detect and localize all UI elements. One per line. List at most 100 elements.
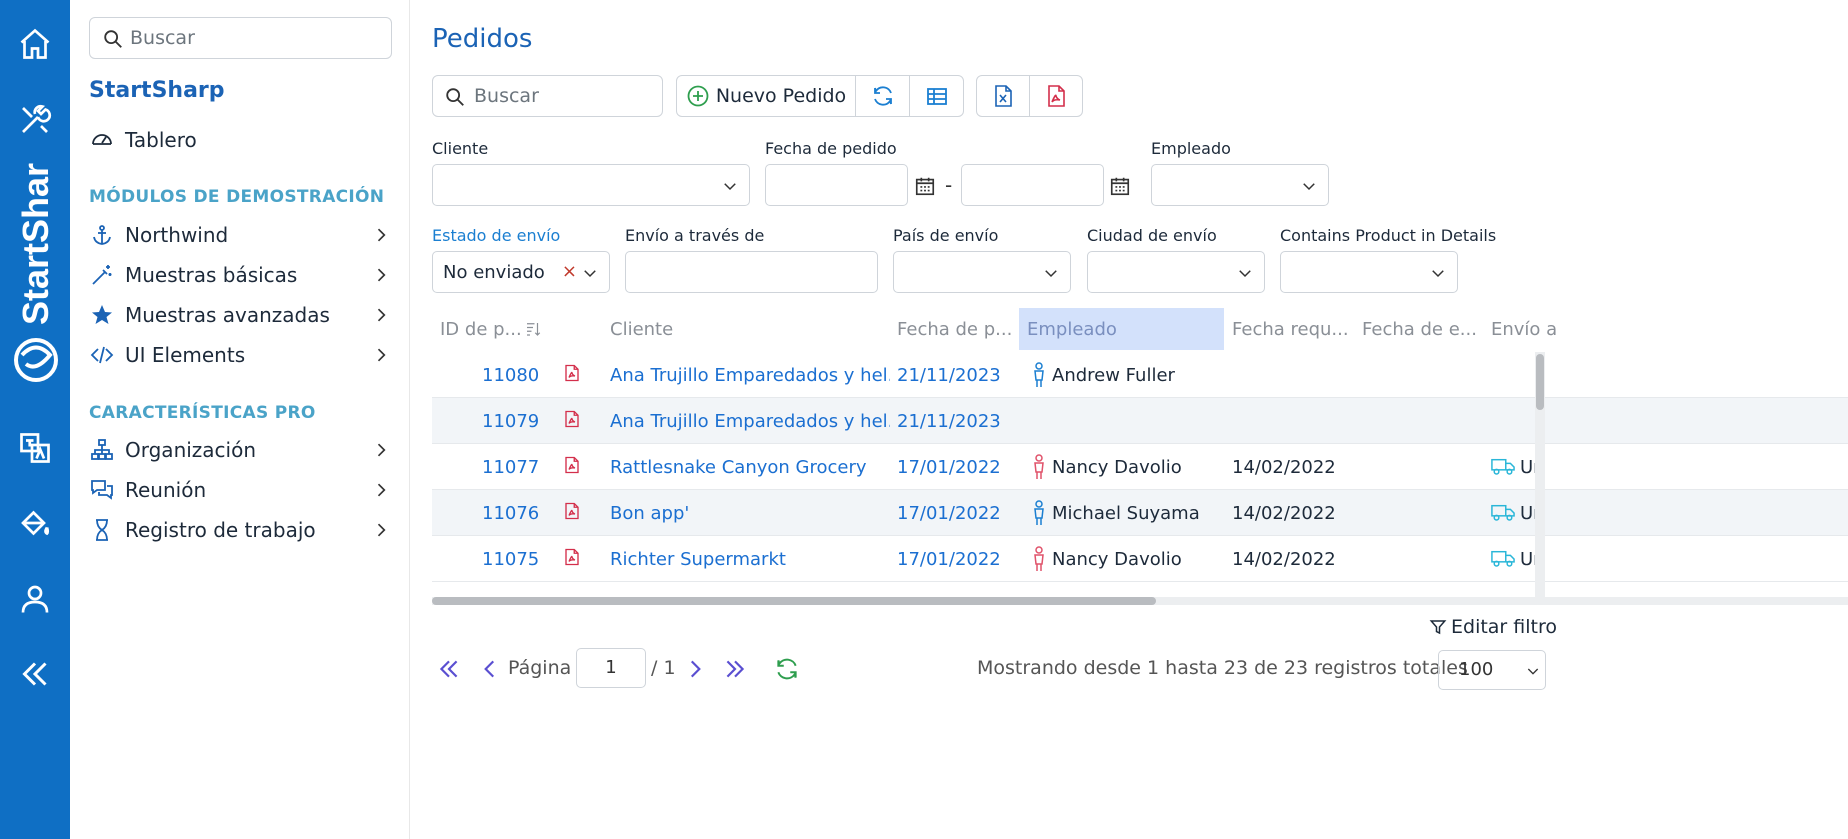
- order-id-link[interactable]: 11076: [482, 503, 539, 524]
- hourglass-icon: [89, 517, 115, 543]
- filter-fecha-hasta-input[interactable]: [961, 164, 1104, 206]
- first-page-icon[interactable]: [436, 656, 462, 682]
- pdf-icon[interactable]: [563, 364, 581, 386]
- sidebar-item-label: Registro de trabajo: [125, 518, 316, 542]
- calendar-icon[interactable]: [1109, 175, 1131, 197]
- grid-search-input[interactable]: Buscar: [432, 75, 663, 117]
- chevron-right-icon: [377, 348, 386, 362]
- column-picker-button[interactable]: [910, 76, 963, 116]
- order-id-link[interactable]: 11075: [482, 549, 539, 570]
- page-size-value: 100: [1459, 659, 1494, 680]
- table-row[interactable]: 11080 Ana Trujillo Emparedados y hel... 21…: [432, 352, 1848, 398]
- cliente-link[interactable]: Richter Supermarkt: [610, 549, 890, 570]
- column-header-id[interactable]: ID de p...: [440, 308, 555, 350]
- new-order-button[interactable]: Nuevo Pedido: [677, 76, 856, 116]
- edit-filter-button[interactable]: Editar filtro: [1429, 616, 1557, 638]
- filter-pais-envio-select[interactable]: [893, 251, 1071, 293]
- refresh-button[interactable]: [856, 76, 910, 116]
- male-icon: [1032, 500, 1046, 526]
- fecha-pedido-cell[interactable]: 17/01/2022: [897, 549, 1001, 570]
- chevron-down-icon: [1432, 270, 1444, 278]
- filter-empleado-select[interactable]: [1151, 164, 1329, 206]
- sidebar-item-ui-elements[interactable]: UI Elements: [89, 339, 399, 371]
- excel-export-button[interactable]: [977, 76, 1030, 116]
- pdf-icon: [1047, 85, 1065, 107]
- sidebar-item-meeting[interactable]: Reunión: [89, 474, 399, 506]
- sidebar-item-label: Northwind: [125, 223, 229, 247]
- sidebar-item-northwind[interactable]: Northwind: [89, 219, 399, 251]
- cliente-link[interactable]: Ana Trujillo Emparedados y hel...: [610, 411, 890, 432]
- home-icon[interactable]: [15, 24, 55, 64]
- order-id-link[interactable]: 11079: [482, 411, 539, 432]
- chevron-right-icon: [377, 443, 386, 457]
- fecha-pedido-cell[interactable]: 21/11/2023: [897, 365, 1001, 386]
- vertical-scroll-thumb[interactable]: [1536, 354, 1544, 410]
- translate-icon[interactable]: [15, 428, 55, 468]
- pdf-icon[interactable]: [563, 410, 581, 432]
- filter-ciudad-envio-select[interactable]: [1087, 251, 1265, 293]
- order-id-link[interactable]: 11077: [482, 457, 539, 478]
- next-page-icon[interactable]: [682, 656, 708, 682]
- clear-icon[interactable]: ×: [562, 261, 577, 282]
- order-id-link[interactable]: 11080: [482, 365, 539, 386]
- column-header-envio[interactable]: Envío a: [1491, 308, 1571, 350]
- vertical-scrollbar[interactable]: [1535, 352, 1545, 598]
- sidebar-item-organization[interactable]: Organización: [89, 434, 399, 466]
- column-header-empleado[interactable]: Empleado: [1019, 308, 1224, 350]
- column-header-cliente[interactable]: Cliente: [610, 308, 890, 350]
- sidebar-item-dashboard[interactable]: Tablero: [89, 124, 399, 156]
- table-row[interactable]: 11076 Bon app' 17/01/2022 Michael Suyama 14/…: [432, 490, 1848, 536]
- filter-estado-envio-select[interactable]: No enviado ×: [432, 251, 610, 293]
- previous-page-icon[interactable]: [477, 656, 503, 682]
- reload-icon[interactable]: [774, 656, 800, 682]
- fecha-requerida-cell: 14/02/2022: [1232, 457, 1336, 478]
- filter-cliente-label: Cliente: [432, 139, 489, 158]
- sidebar: Buscar StartSharp Tablero MÓDULOS DE DEM…: [70, 0, 410, 839]
- table-row[interactable]: 11075 Richter Supermarkt 17/01/2022 Nancy D…: [432, 536, 1848, 582]
- tools-icon[interactable]: [15, 100, 55, 140]
- horizontal-scrollbar[interactable]: [432, 597, 1848, 605]
- column-header-fecha-requerida[interactable]: Fecha requ...: [1232, 308, 1354, 350]
- brand-text: StartShar: [15, 163, 56, 325]
- chevron-right-icon: [377, 268, 386, 282]
- pdf-icon[interactable]: [563, 502, 581, 524]
- cliente-link[interactable]: Rattlesnake Canyon Grocery: [610, 457, 890, 478]
- column-header-label: Fecha de e...: [1362, 318, 1477, 340]
- sidebar-item-work-log[interactable]: Registro de trabajo: [89, 514, 399, 546]
- cliente-link[interactable]: Bon app': [610, 503, 890, 524]
- empleado-cell: Andrew Fuller: [1052, 365, 1175, 386]
- page-size-select[interactable]: 100: [1438, 650, 1546, 690]
- pdf-icon[interactable]: [563, 456, 581, 478]
- filter-contains-product-select[interactable]: [1280, 251, 1458, 293]
- pager: Página 1 / 1 Mostrando desde 1 hasta 23 …: [432, 648, 1848, 690]
- paint-bucket-icon[interactable]: [15, 503, 55, 543]
- table-row[interactable]: 11079 Ana Trujillo Emparedados y hel... 21…: [432, 398, 1848, 444]
- calendar-icon[interactable]: [914, 175, 936, 197]
- pdf-export-button[interactable]: [1030, 76, 1083, 116]
- sidebar-item-label: Reunión: [125, 478, 207, 502]
- fecha-pedido-cell[interactable]: 17/01/2022: [897, 503, 1001, 524]
- column-header-fecha-envio[interactable]: Fecha de e...: [1362, 308, 1484, 350]
- search-icon: [446, 88, 464, 106]
- column-header-fecha-pedido[interactable]: Fecha de p...: [897, 308, 1019, 350]
- cliente-link[interactable]: Ana Trujillo Emparedados y hel...: [610, 365, 890, 386]
- chevron-right-icon: [377, 523, 386, 537]
- pdf-icon[interactable]: [563, 548, 581, 570]
- last-page-icon[interactable]: [722, 656, 748, 682]
- section-demo-title: MÓDULOS DE DEMOSTRACIÓN: [89, 187, 385, 207]
- filter-fecha-desde-input[interactable]: [765, 164, 908, 206]
- table-row[interactable]: 11077 Rattlesnake Canyon Grocery 17/01/202…: [432, 444, 1848, 490]
- page-number-input[interactable]: 1: [576, 648, 646, 688]
- app-name[interactable]: StartSharp: [89, 78, 225, 103]
- sidebar-item-basic-samples[interactable]: Muestras básicas: [89, 259, 399, 291]
- horizontal-scroll-thumb[interactable]: [432, 597, 1156, 605]
- collapse-icon[interactable]: [15, 654, 55, 694]
- filter-cliente-select[interactable]: [432, 164, 750, 206]
- sidebar-item-advanced-samples[interactable]: Muestras avanzadas: [89, 299, 399, 331]
- fecha-pedido-cell[interactable]: 21/11/2023: [897, 411, 1001, 432]
- filter-envio-traves-input[interactable]: [625, 251, 878, 293]
- sidebar-search-input[interactable]: Buscar: [89, 17, 392, 59]
- fecha-pedido-cell[interactable]: 17/01/2022: [897, 457, 1001, 478]
- orders-grid: ID de p... Cliente Fecha de p... Emplead…: [432, 308, 1848, 606]
- user-icon[interactable]: [15, 579, 55, 619]
